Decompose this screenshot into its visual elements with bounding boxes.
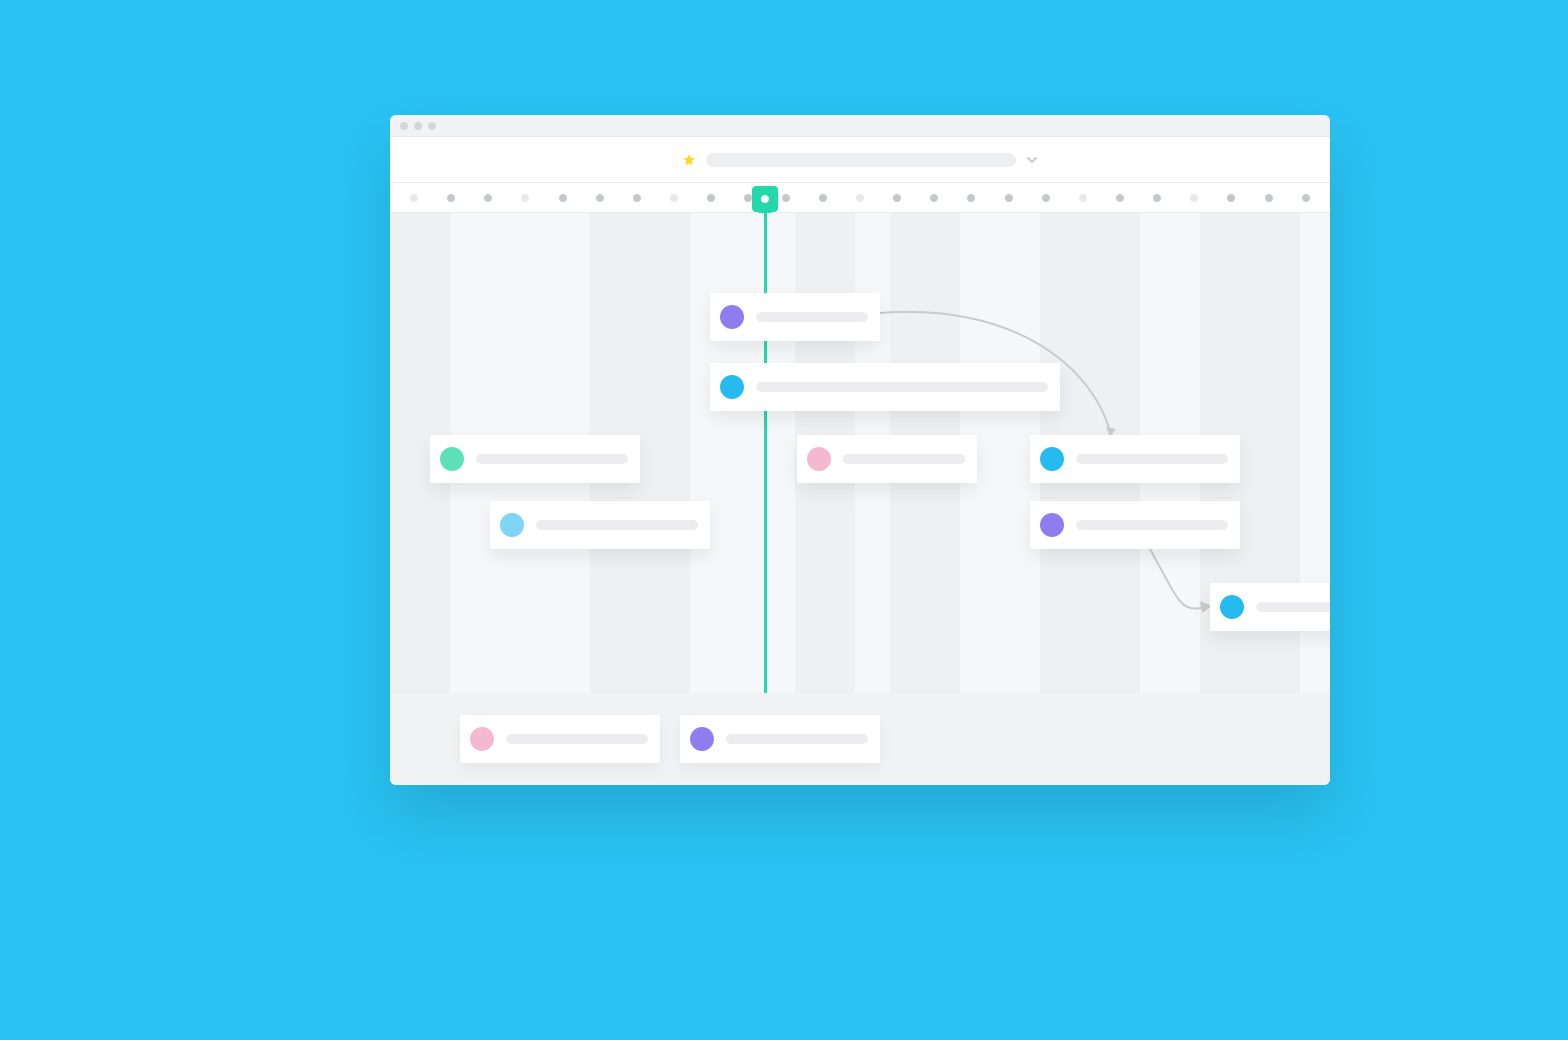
timeline-tick[interactable]	[1227, 194, 1235, 202]
today-line	[764, 213, 767, 693]
timeline-tick[interactable]	[930, 194, 938, 202]
timeline-tick[interactable]	[856, 194, 864, 202]
timeline-tick[interactable]	[1116, 194, 1124, 202]
timeline-tick[interactable]	[893, 194, 901, 202]
timeline-tick[interactable]	[1153, 194, 1161, 202]
assignee-avatar	[690, 727, 714, 751]
assignee-avatar	[500, 513, 524, 537]
task-card[interactable]	[490, 501, 710, 549]
app-header	[390, 137, 1330, 183]
timeline-ruler[interactable]	[390, 183, 1330, 213]
assignee-avatar	[470, 727, 494, 751]
task-title-placeholder	[756, 312, 868, 322]
task-title-placeholder	[506, 734, 648, 744]
task-title-placeholder	[726, 734, 868, 744]
assignee-avatar	[720, 375, 744, 399]
current-day-marker[interactable]	[752, 186, 778, 212]
timeline-tick[interactable]	[670, 194, 678, 202]
task-title-placeholder	[1076, 520, 1228, 530]
timeline-tick[interactable]	[633, 194, 641, 202]
timeline-tick[interactable]	[521, 194, 529, 202]
task-card[interactable]	[710, 293, 880, 341]
star-icon[interactable]	[682, 153, 696, 167]
timeline-canvas[interactable]	[390, 213, 1330, 693]
timeline-tick[interactable]	[1005, 194, 1013, 202]
task-card[interactable]	[710, 363, 1060, 411]
timeline-tick[interactable]	[782, 194, 790, 202]
task-title-placeholder	[536, 520, 698, 530]
task-title-placeholder	[843, 454, 965, 464]
task-title-placeholder	[476, 454, 628, 464]
browser-window	[390, 115, 1330, 785]
assignee-avatar	[1220, 595, 1244, 619]
timeline-tick[interactable]	[1079, 194, 1087, 202]
timeline-tick[interactable]	[1042, 194, 1050, 202]
assignee-avatar	[1040, 513, 1064, 537]
traffic-minimize[interactable]	[414, 122, 422, 130]
chevron-down-icon[interactable]	[1026, 154, 1038, 166]
window-titlebar	[390, 115, 1330, 137]
task-card[interactable]	[430, 435, 640, 483]
timeline-tick[interactable]	[1190, 194, 1198, 202]
task-card[interactable]	[1030, 435, 1240, 483]
assignee-avatar	[807, 447, 831, 471]
timeline-tick[interactable]	[819, 194, 827, 202]
project-title-placeholder[interactable]	[706, 153, 1016, 167]
task-title-placeholder	[1256, 602, 1330, 612]
timeline-tick[interactable]	[559, 194, 567, 202]
traffic-close[interactable]	[400, 122, 408, 130]
assignee-avatar	[440, 447, 464, 471]
task-card[interactable]	[460, 715, 660, 763]
assignee-avatar	[720, 305, 744, 329]
traffic-zoom[interactable]	[428, 122, 436, 130]
timeline-tick[interactable]	[707, 194, 715, 202]
task-card[interactable]	[680, 715, 880, 763]
timeline-tick[interactable]	[1302, 194, 1310, 202]
task-card[interactable]	[797, 435, 977, 483]
timeline-tick[interactable]	[596, 194, 604, 202]
task-title-placeholder	[1076, 454, 1228, 464]
timeline-tick[interactable]	[484, 194, 492, 202]
task-title-placeholder	[756, 382, 1048, 392]
timeline-tick[interactable]	[410, 194, 418, 202]
timeline-tick[interactable]	[1265, 194, 1273, 202]
timeline-tick[interactable]	[967, 194, 975, 202]
task-card[interactable]	[1210, 583, 1330, 631]
timeline-tick[interactable]	[447, 194, 455, 202]
task-card[interactable]	[1030, 501, 1240, 549]
unscheduled-tray[interactable]	[390, 693, 1330, 785]
assignee-avatar	[1040, 447, 1064, 471]
